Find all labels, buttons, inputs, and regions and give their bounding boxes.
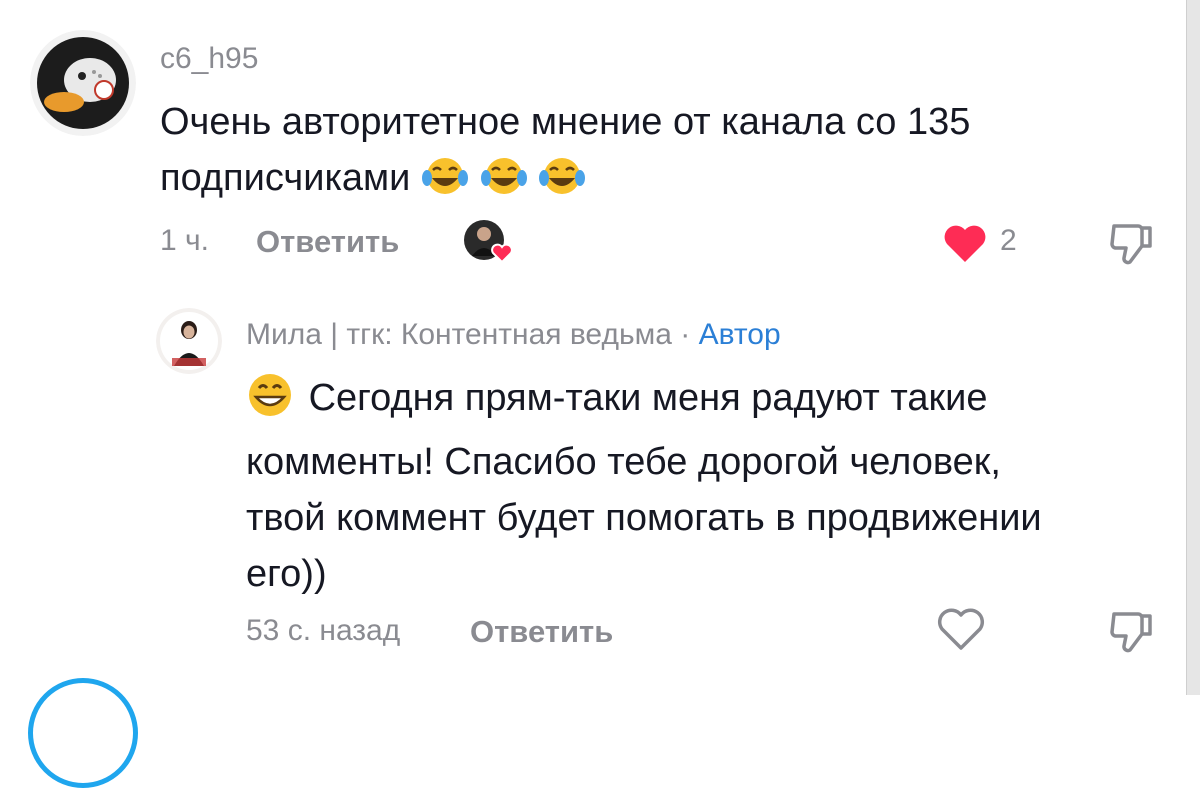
author-badge: Автор [698, 318, 781, 351]
like-heart-outline-icon[interactable] [936, 606, 986, 652]
comment-text-line: Очень авторитетное мнение от канала со 1… [160, 101, 971, 143]
comment-text: Сегодня прям-таки меня радуют такие комм… [246, 370, 1176, 602]
comment-username: Мила | тгк: Контентная ведьма · Автор [246, 318, 781, 352]
tears-of-joy-icon [421, 156, 469, 212]
scrollbar[interactable] [1186, 0, 1200, 695]
separator: · [671, 318, 699, 351]
like-heart-icon[interactable] [942, 222, 988, 264]
comment-time: 53 с. назад [246, 614, 401, 647]
comment-username[interactable]: c6_h95 [160, 42, 258, 76]
grinning-face-icon [246, 372, 298, 434]
comment-text-line: Сегодня прям-таки меня радуют такие [246, 370, 1176, 434]
dislike-icon[interactable] [1108, 218, 1158, 268]
comment-time: 1 ч. [160, 224, 209, 257]
comment-text-segment: подписчиками [160, 157, 411, 199]
author-liked-badge [462, 218, 516, 266]
comment-text-segment: Сегодня прям-таки меня радуют такие [308, 377, 988, 419]
comment-text-line: твой коммент будет помогать в продвижени… [246, 497, 1042, 539]
tears-of-joy-icon [538, 156, 586, 212]
avatar[interactable] [30, 30, 136, 136]
comment-text-line: комменты! Спасибо тебе дорогой человек, [246, 441, 1001, 483]
tears-of-joy-icon [480, 156, 528, 212]
comment-text-line: его)) [246, 553, 327, 595]
avatar[interactable] [156, 308, 222, 374]
comment-text: Очень авторитетное мнение от канала со 1… [160, 94, 1170, 212]
dislike-icon[interactable] [1108, 606, 1158, 656]
reply-button[interactable]: Ответить [470, 614, 613, 650]
reply-button[interactable]: Ответить [256, 224, 399, 260]
comment-text-line: подписчиками [160, 150, 1170, 212]
like-count: 2 [1000, 224, 1017, 257]
comment-username-text[interactable]: Мила | тгк: Контентная ведьма [246, 318, 672, 351]
